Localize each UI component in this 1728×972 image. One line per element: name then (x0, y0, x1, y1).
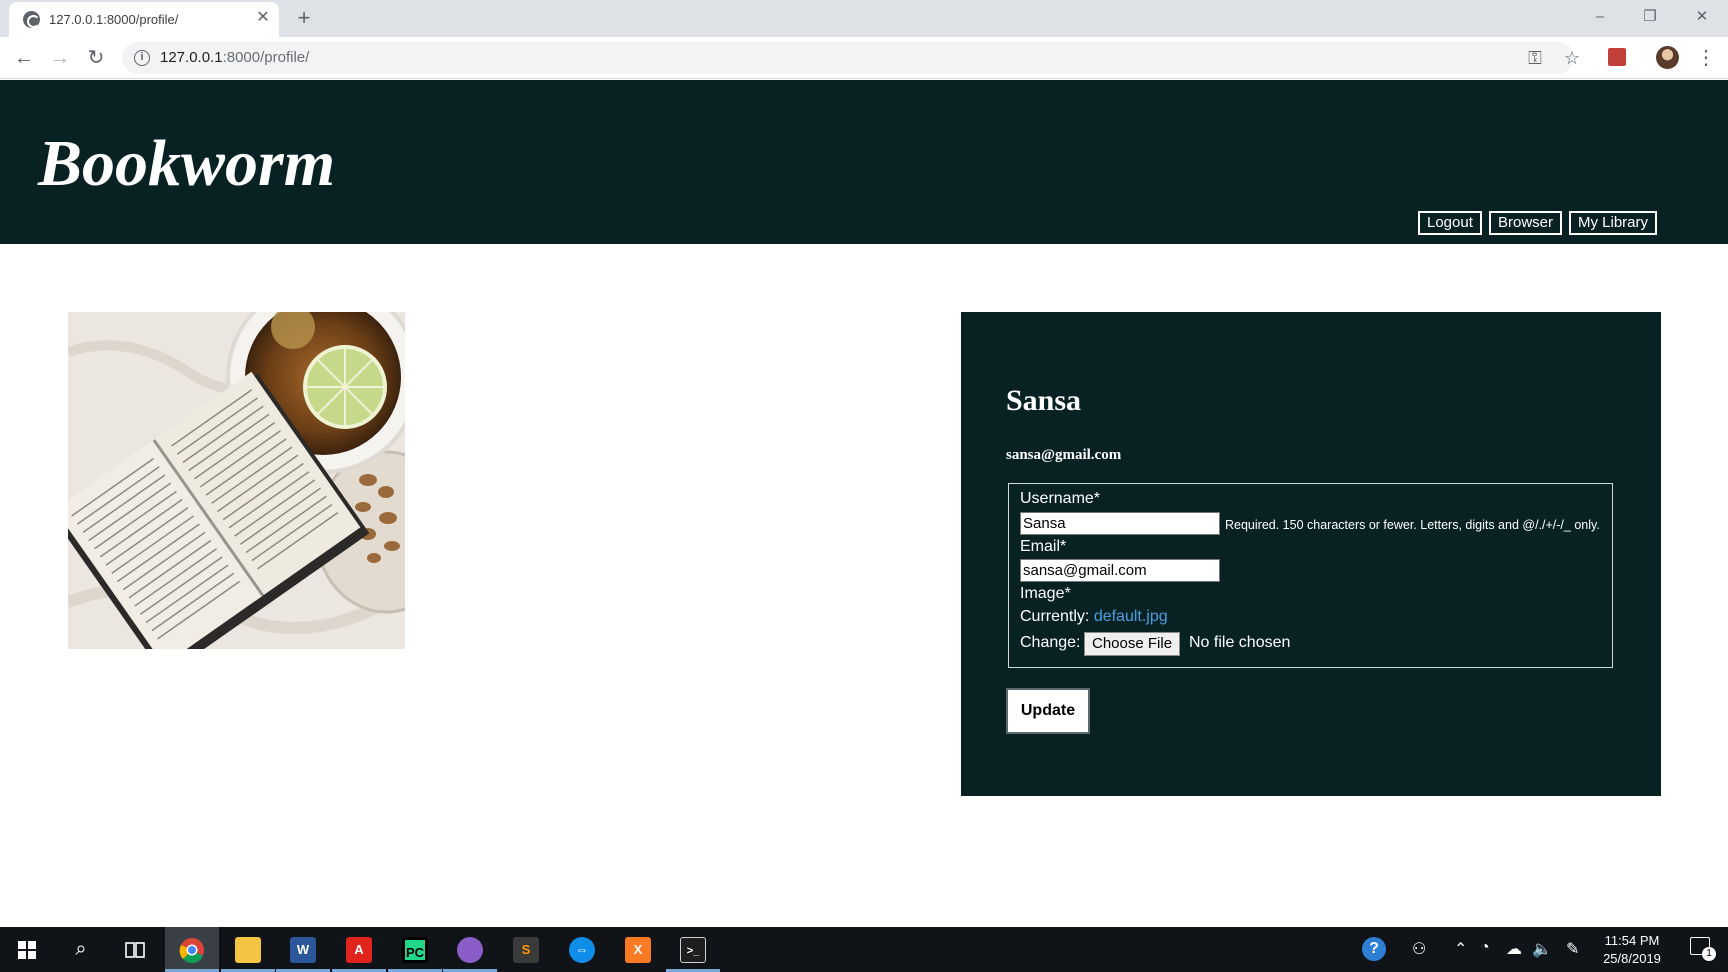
teamviewer-icon[interactable]: ⇔ (555, 927, 609, 972)
search-icon[interactable]: ⌕ (54, 927, 108, 972)
help-icon[interactable]: ? (1362, 937, 1386, 961)
pycharm-icon[interactable]: PC (388, 927, 442, 972)
address-bar[interactable]: i 127.0.0.1:8000/profile/ (122, 42, 1574, 74)
browser-tabstrip: 127.0.0.1:8000/profile/ ✕ + – ❐ ✕ (0, 0, 1728, 37)
site-header: Bookworm Logout Browser My Library (0, 80, 1728, 244)
reload-icon[interactable]: ↻ (83, 45, 109, 71)
windows-start-icon[interactable] (0, 927, 54, 972)
profile-photo (68, 312, 405, 649)
url-text[interactable]: 127.0.0.1:8000/profile/ (160, 49, 309, 66)
notification-icon[interactable]: 1 (1690, 937, 1716, 961)
clock[interactable]: 11:54 PM 25/8/2019 (1592, 932, 1672, 968)
sublime-text-icon[interactable]: S (499, 927, 553, 972)
current-image-row: Currently: default.jpg (1020, 608, 1168, 626)
brand-logo[interactable]: Bookworm (38, 126, 335, 202)
close-icon[interactable]: ✕ (253, 8, 273, 28)
restore-icon[interactable]: ❐ (1630, 4, 1670, 30)
volume-icon[interactable]: 🔈 (1532, 939, 1552, 959)
plus-icon[interactable]: + (292, 6, 316, 30)
browser-toolbar: ← → ↻ i 127.0.0.1:8000/profile/ ⚿ ☆ ⋮ (0, 37, 1728, 79)
key-icon[interactable]: ⚿ (1523, 46, 1547, 70)
cloud-icon[interactable]: ☁ (1506, 939, 1522, 959)
change-label: Change: (1020, 634, 1081, 651)
email-label: Email* (1020, 538, 1067, 555)
browser-tab[interactable]: 127.0.0.1:8000/profile/ ✕ (9, 2, 279, 37)
pdf-extension-icon[interactable] (1608, 48, 1626, 66)
star-icon[interactable]: ☆ (1560, 46, 1584, 70)
choose-file-button[interactable]: Choose File (1084, 632, 1181, 656)
word-icon[interactable]: W (276, 927, 330, 972)
chevron-up-icon[interactable]: ⌃ (1454, 939, 1467, 959)
pen-icon[interactable]: ✎ (1566, 939, 1579, 959)
profile-email: sansa@gmail.com (1006, 447, 1122, 463)
update-button[interactable]: Update (1006, 688, 1090, 734)
profile-username-heading: Sansa (1006, 384, 1082, 417)
task-view-icon[interactable] (108, 927, 162, 972)
chrome-icon[interactable] (165, 927, 219, 972)
info-icon[interactable]: i (134, 50, 150, 66)
url-host: 127.0.0.1 (160, 49, 223, 66)
browser-button[interactable]: Browser (1489, 211, 1563, 235)
currently-label: Currently: (1020, 608, 1090, 625)
minimize-icon[interactable]: – (1580, 4, 1620, 30)
xampp-icon[interactable]: X (611, 927, 665, 972)
people-icon[interactable]: ⚇ (1412, 939, 1426, 959)
profile-form: Username* Required. 150 characters or fe… (1008, 483, 1613, 668)
current-image-link[interactable]: default.jpg (1094, 608, 1168, 625)
back-icon[interactable]: ← (11, 45, 37, 71)
my-library-button[interactable]: My Library (1569, 211, 1658, 235)
wifi-icon[interactable]: ◔ (1480, 939, 1490, 957)
taskbar: ⌕ W A PC S ⇔ X >_ ? ⚇ ⌃ ◔ ☁ 🔈 ✎ 11:54 PM… (0, 927, 1728, 972)
email-field[interactable] (1020, 559, 1220, 582)
github-desktop-icon[interactable] (443, 927, 497, 972)
url-path: :8000/profile/ (222, 49, 310, 66)
no-file-text: No file chosen (1189, 634, 1291, 651)
username-label: Username* (1020, 490, 1101, 507)
tab-title: 127.0.0.1:8000/profile/ (49, 12, 179, 27)
image-label: Image* (1020, 585, 1071, 602)
profile-avatar[interactable] (1656, 46, 1679, 69)
acrobat-icon[interactable]: A (332, 927, 386, 972)
terminal-icon[interactable]: >_ (666, 927, 720, 972)
clock-time: 11:54 PM (1604, 933, 1660, 948)
forward-icon[interactable]: → (47, 45, 73, 71)
notification-count: 1 (1702, 947, 1716, 961)
window-close-icon[interactable]: ✕ (1682, 4, 1722, 30)
username-field[interactable] (1020, 512, 1220, 535)
file-explorer-icon[interactable] (221, 927, 275, 972)
username-helptext: Required. 150 characters or fewer. Lette… (1225, 518, 1600, 532)
clock-date: 25/8/2019 (1603, 951, 1661, 966)
profile-panel: Sansa sansa@gmail.com Username* Required… (961, 312, 1661, 796)
menu-icon[interactable]: ⋮ (1696, 45, 1716, 71)
logout-button[interactable]: Logout (1418, 211, 1482, 235)
globe-icon (23, 11, 40, 28)
